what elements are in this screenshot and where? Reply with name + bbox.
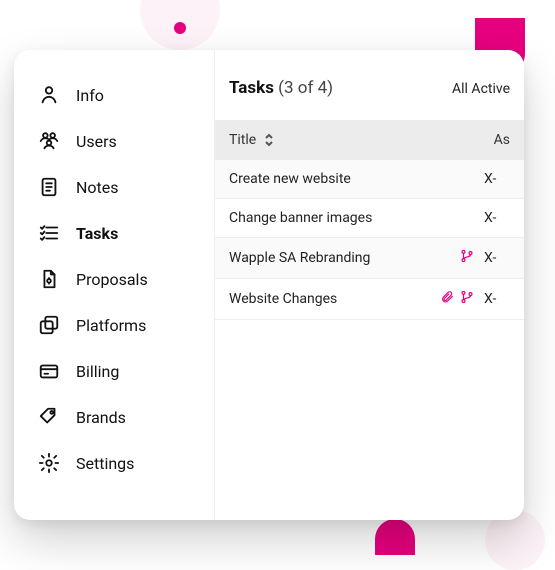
row-assignee: X- xyxy=(484,171,510,187)
sidebar-item-label: Platforms xyxy=(76,316,146,335)
row-icons xyxy=(460,249,474,267)
settings-icon xyxy=(38,452,60,474)
branch-icon xyxy=(460,249,474,267)
column-title-label: Title xyxy=(229,132,256,148)
sidebar-item-notes[interactable]: Notes xyxy=(14,164,214,210)
table-row[interactable]: Create new website X- xyxy=(215,160,524,199)
attachment-icon xyxy=(440,290,454,308)
tasks-icon xyxy=(38,222,60,244)
sidebar-item-brands[interactable]: Brands xyxy=(14,394,214,440)
main-header: Tasks (3 of 4) All Active xyxy=(215,78,524,120)
row-title: Wapple SA Rebranding xyxy=(229,250,460,266)
sidebar-item-settings[interactable]: Settings xyxy=(14,440,214,486)
sidebar-item-tasks[interactable]: Tasks xyxy=(14,210,214,256)
platforms-icon xyxy=(38,314,60,336)
table-row[interactable]: Wapple SA Rebranding X- xyxy=(215,238,524,279)
users-icon xyxy=(38,130,60,152)
sidebar-item-label: Billing xyxy=(76,362,119,381)
main-panel: Tasks (3 of 4) All Active Title As Creat… xyxy=(215,50,524,520)
tasks-table: Title As Create new websiteX-Change bann… xyxy=(215,120,524,320)
sidebar-item-label: Users xyxy=(76,132,117,151)
sidebar-item-billing[interactable]: Billing xyxy=(14,348,214,394)
decorative-shape xyxy=(375,519,415,555)
brands-icon xyxy=(38,406,60,428)
app-card: Info Users Notes Tasks Proposals xyxy=(14,50,524,520)
filter-dropdown[interactable]: All Active xyxy=(452,81,510,97)
column-assignee[interactable]: As xyxy=(484,132,510,148)
sidebar-item-label: Settings xyxy=(76,454,134,473)
billing-icon xyxy=(38,360,60,382)
sidebar-item-label: Proposals xyxy=(76,270,148,289)
row-title: Create new website xyxy=(229,171,474,187)
sidebar-item-label: Tasks xyxy=(76,224,118,243)
row-assignee: X- xyxy=(484,250,510,266)
page-title: Tasks (3 of 4) xyxy=(229,78,333,98)
decorative-dot xyxy=(174,22,186,34)
row-title: Website Changes xyxy=(229,291,440,307)
row-assignee: X- xyxy=(484,210,510,226)
sidebar-item-info[interactable]: Info xyxy=(14,72,214,118)
title-count: (3 of 4) xyxy=(278,78,333,98)
sort-icon xyxy=(264,133,274,147)
row-icons xyxy=(440,290,474,308)
table-row[interactable]: Website Changes X- xyxy=(215,279,524,320)
sidebar-item-label: Info xyxy=(76,86,104,105)
sidebar-item-label: Brands xyxy=(76,408,126,427)
notes-icon xyxy=(38,176,60,198)
table-header: Title As xyxy=(215,120,524,160)
sidebar-item-users[interactable]: Users xyxy=(14,118,214,164)
proposals-icon xyxy=(38,268,60,290)
row-title: Change banner images xyxy=(229,210,474,226)
table-row[interactable]: Change banner images X- xyxy=(215,199,524,238)
user-icon xyxy=(38,84,60,106)
sidebar-item-platforms[interactable]: Platforms xyxy=(14,302,214,348)
sidebar-item-proposals[interactable]: Proposals xyxy=(14,256,214,302)
row-assignee: X- xyxy=(484,291,510,307)
column-title[interactable]: Title xyxy=(229,132,484,148)
branch-icon xyxy=(460,290,474,308)
sidebar-item-label: Notes xyxy=(76,178,119,197)
sidebar: Info Users Notes Tasks Proposals xyxy=(14,50,214,520)
title-text: Tasks xyxy=(229,78,274,98)
